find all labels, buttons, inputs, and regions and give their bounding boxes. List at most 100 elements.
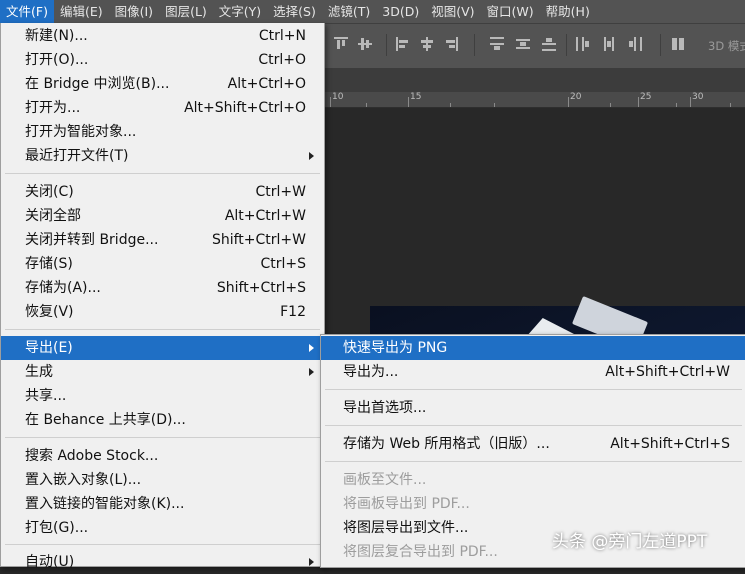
menu-item-artboards-to-files: 画板至文件...: [321, 468, 745, 492]
ruler-label: 25: [640, 92, 652, 102]
menu-item-label: 快速导出为 PNG: [343, 340, 448, 356]
menu-item-generate[interactable]: 生成: [1, 360, 324, 384]
align-top-icon[interactable]: [334, 37, 348, 51]
menu-item-shortcut: F12: [280, 304, 306, 320]
menu-3d[interactable]: 3D(D): [376, 0, 425, 23]
menu-type[interactable]: 文字(Y): [213, 0, 267, 23]
menu-file[interactable]: 文件(F): [0, 0, 54, 23]
menu-item-close[interactable]: 关闭(C) Ctrl+W: [1, 180, 324, 204]
ruler-tick: [638, 97, 639, 107]
ruler-tick: [330, 97, 331, 107]
menu-item-label: 画板至文件...: [343, 472, 427, 488]
distribute-top-icon[interactable]: [490, 37, 504, 51]
menu-item-shortcut: Alt+Ctrl+O: [227, 76, 306, 92]
menu-item-label: 导出为...: [343, 364, 399, 380]
menu-item-open[interactable]: 打开(O)... Ctrl+O: [1, 48, 324, 72]
menu-item-search-stock[interactable]: 搜索 Adobe Stock...: [1, 444, 324, 468]
menu-view[interactable]: 视图(V): [425, 0, 480, 23]
menu-item-label: 置入链接的智能对象(K)...: [25, 496, 185, 512]
menu-separator: [5, 544, 320, 545]
separator: [566, 34, 567, 56]
menu-item-label: 关闭并转到 Bridge...: [25, 232, 159, 248]
menu-item-save-as[interactable]: 存储为(A)... Shift+Ctrl+S: [1, 276, 324, 300]
distribute-vcenter-icon[interactable]: [516, 37, 530, 51]
menu-item-label: 搜索 Adobe Stock...: [25, 448, 159, 464]
menu-select[interactable]: 选择(S): [267, 0, 322, 23]
distribute-hcenter-icon[interactable]: [602, 37, 616, 51]
align-hcenter-icon[interactable]: [420, 37, 434, 51]
menu-item-label: 存储为 Web 所用格式（旧版）...: [343, 436, 550, 452]
menu-item-label: 共享...: [25, 388, 67, 404]
menu-item-revert[interactable]: 恢复(V) F12: [1, 300, 324, 324]
menu-item-shortcut: Shift+Ctrl+S: [216, 280, 306, 296]
menu-item-place-linked[interactable]: 置入链接的智能对象(K)...: [1, 492, 324, 516]
align-right-icon[interactable]: [444, 37, 458, 51]
menu-item-label: 将画板导出到 PDF...: [343, 496, 470, 512]
separator: [660, 34, 661, 56]
menu-item-artboards-to-pdf: 将画板导出到 PDF...: [321, 492, 745, 516]
align-left-icon[interactable]: [396, 37, 410, 51]
menu-item-shortcut: Ctrl+N: [258, 28, 306, 44]
ruler-tick: [676, 103, 677, 107]
menu-item-close-go-bridge[interactable]: 关闭并转到 Bridge... Shift+Ctrl+W: [1, 228, 324, 252]
menu-item-export-as[interactable]: 导出为... Alt+Shift+Ctrl+W: [321, 360, 745, 384]
menu-item-shortcut: Alt+Shift+Ctrl+S: [610, 436, 730, 452]
submenu-arrow-icon: [309, 344, 314, 352]
menu-item-label: 存储为(A)...: [25, 280, 101, 296]
menu-item-quick-export-png[interactable]: 快速导出为 PNG: [321, 336, 745, 360]
ruler-tick: [730, 103, 731, 107]
menu-item-export-preferences[interactable]: 导出首选项...: [321, 396, 745, 420]
distribute-right-icon[interactable]: [628, 37, 642, 51]
menu-item-shortcut: Ctrl+S: [260, 256, 306, 272]
menu-filter[interactable]: 滤镜(T): [322, 0, 376, 23]
menu-help[interactable]: 帮助(H): [540, 0, 596, 23]
menu-image[interactable]: 图像(I): [109, 0, 159, 23]
menu-item-place-embedded[interactable]: 置入嵌入对象(L)...: [1, 468, 324, 492]
ruler-tick: [568, 97, 569, 107]
menu-item-close-all[interactable]: 关闭全部 Alt+Ctrl+W: [1, 204, 324, 228]
menu-item-browse-bridge[interactable]: 在 Bridge 中浏览(B)... Alt+Ctrl+O: [1, 72, 324, 96]
ruler-label: 30: [692, 92, 704, 102]
menu-item-shortcut: Alt+Ctrl+W: [224, 208, 306, 224]
menu-item-package[interactable]: 打包(G)...: [1, 516, 324, 540]
menu-item-shortcut: Ctrl+O: [258, 52, 306, 68]
menu-item-label: 恢复(V): [25, 304, 74, 320]
menu-item-shortcut: Shift+Ctrl+W: [211, 232, 306, 248]
submenu-arrow-icon: [309, 368, 314, 376]
menu-item-open-as[interactable]: 打开为... Alt+Shift+Ctrl+O: [1, 96, 324, 120]
ruler-tick: [494, 103, 495, 107]
menu-item-shortcut: Ctrl+W: [255, 184, 306, 200]
menu-item-save-for-web[interactable]: 存储为 Web 所用格式（旧版）... Alt+Shift+Ctrl+S: [321, 432, 745, 456]
auto-align-icon[interactable]: [672, 37, 686, 51]
menu-item-share-behance[interactable]: 在 Behance 上共享(D)...: [1, 408, 324, 432]
align-vcenter-icon[interactable]: [358, 37, 372, 51]
menu-item-export[interactable]: 导出(E): [1, 336, 324, 360]
ruler-tick: [408, 97, 409, 107]
menu-edit[interactable]: 编辑(E): [54, 0, 109, 23]
menu-item-shortcut: Alt+Shift+Ctrl+W: [605, 364, 730, 380]
menu-item-new[interactable]: 新建(N)... Ctrl+N: [1, 24, 324, 48]
menu-item-label: 打开为智能对象...: [25, 124, 137, 140]
menu-item-open-recent[interactable]: 最近打开文件(T): [1, 144, 324, 168]
menu-item-save[interactable]: 存储(S) Ctrl+S: [1, 252, 324, 276]
separator: [386, 34, 387, 56]
distribute-left-icon[interactable]: [576, 37, 590, 51]
menu-item-label: 打开为...: [25, 100, 81, 116]
ruler-label: 10: [332, 92, 344, 102]
menu-item-open-smart-object[interactable]: 打开为智能对象...: [1, 120, 324, 144]
submenu-arrow-icon: [309, 152, 314, 160]
menu-separator: [5, 329, 320, 330]
menu-item-label: 将图层复合导出到 PDF...: [343, 544, 498, 560]
menu-window[interactable]: 窗口(W): [481, 0, 540, 23]
watermark-text: 头条 @旁门左道PPT: [552, 532, 708, 552]
menu-item-label: 自动(U): [25, 554, 75, 570]
ruler-label: 20: [570, 92, 582, 102]
menu-item-automate[interactable]: 自动(U): [1, 550, 324, 574]
menu-layer[interactable]: 图层(L): [159, 0, 213, 23]
distribute-bottom-icon[interactable]: [542, 37, 556, 51]
ruler-tick: [690, 97, 691, 107]
horizontal-ruler: 10 15 20 25 30: [320, 92, 745, 108]
menu-separator: [325, 461, 742, 462]
menu-item-share[interactable]: 共享...: [1, 384, 324, 408]
submenu-arrow-icon: [309, 558, 314, 566]
